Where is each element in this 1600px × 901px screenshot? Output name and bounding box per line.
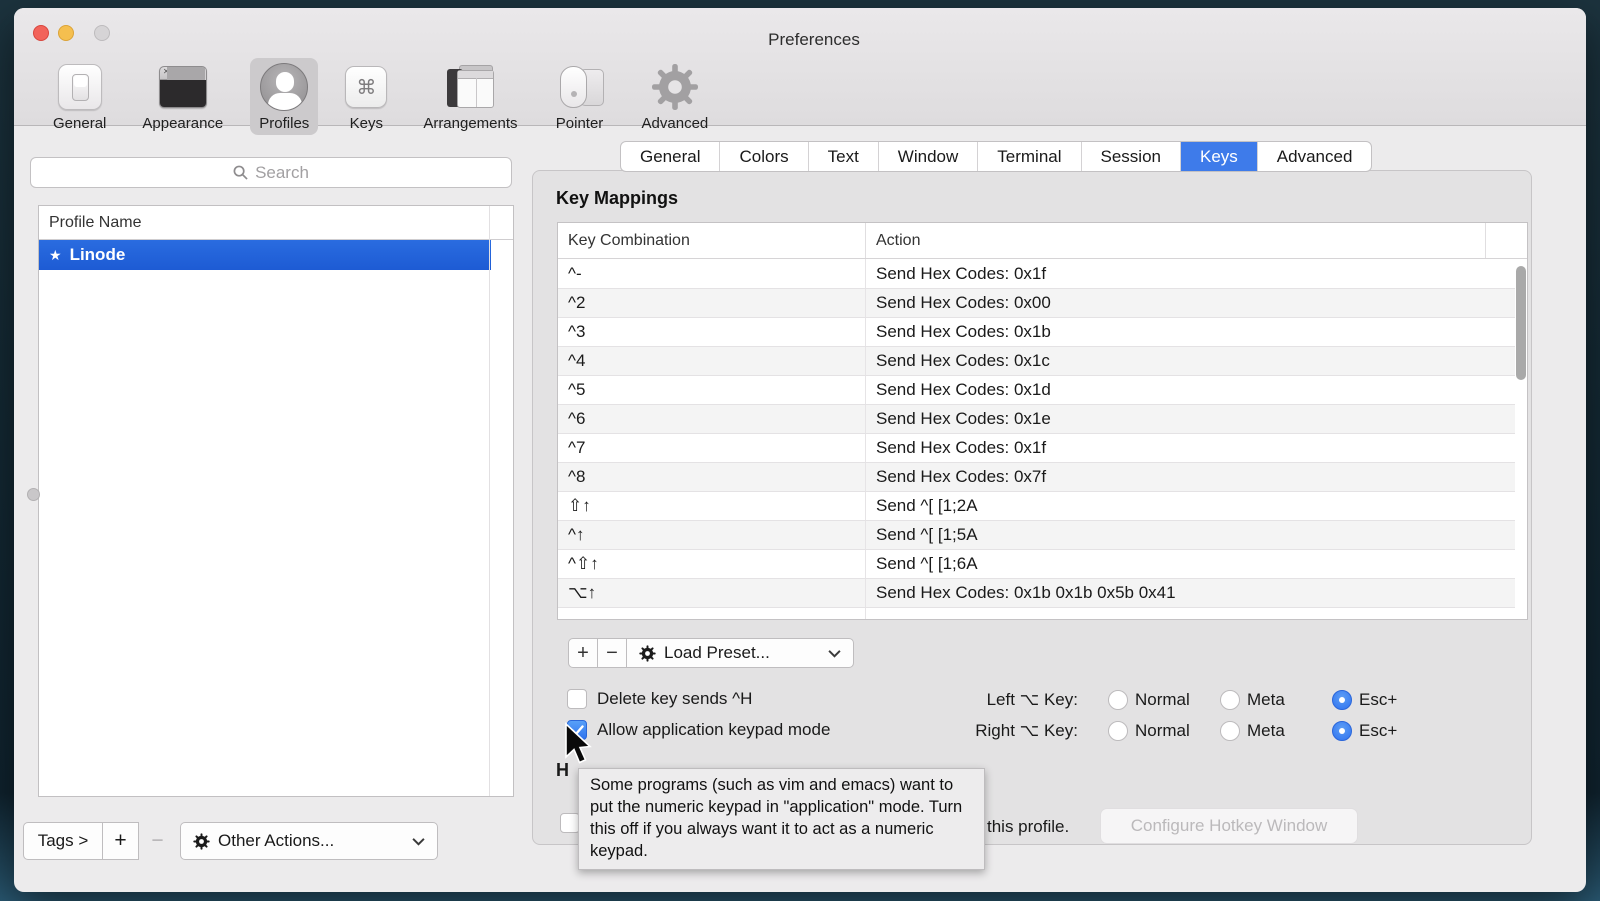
delete-key-sends-checkbox[interactable]	[567, 689, 587, 709]
table-row[interactable]: ^↑Send ^[ [1;5A	[558, 520, 1515, 549]
toolbar-item-pointer[interactable]: Pointer	[545, 58, 615, 135]
left-option-esc-label: Esc+	[1359, 690, 1397, 710]
terminal-window-icon	[159, 63, 207, 111]
toolbar-item-keys[interactable]: ⌘ Keys	[336, 58, 396, 135]
table-row-partial	[558, 607, 1515, 620]
preferences-toolbar: General Appearance Profiles ⌘ Keys	[44, 58, 717, 135]
profile-row-linode[interactable]: ★ Linode	[39, 240, 491, 270]
configure-hotkey-window-button-disabled: Configure Hotkey Window	[1100, 808, 1358, 844]
column-action[interactable]: Action	[866, 232, 1485, 250]
key-mappings-heading: Key Mappings	[556, 188, 678, 209]
table-row[interactable]: ^5Send Hex Codes: 0x1d	[558, 375, 1515, 404]
table-row[interactable]: ^3Send Hex Codes: 0x1b	[558, 317, 1515, 346]
table-row[interactable]: ^7Send Hex Codes: 0x1f	[558, 433, 1515, 462]
mouse-icon	[554, 63, 606, 111]
search-placeholder: Search	[255, 163, 309, 183]
table-row[interactable]: ^6Send Hex Codes: 0x1e	[558, 404, 1515, 433]
window-chrome: Preferences General Appearance Profiles …	[14, 8, 1586, 126]
window-title: Preferences	[28, 30, 1600, 50]
left-option-key-row: Left ⌥ Key: Normal Meta Esc+	[950, 689, 1410, 711]
left-option-normal-radio[interactable]	[1108, 690, 1128, 710]
load-preset-dropdown[interactable]: Load Preset...	[626, 638, 854, 668]
add-profile-button[interactable]: +	[102, 822, 139, 860]
profile-list: Profile Name ★ Linode	[38, 205, 514, 797]
toolbar-item-advanced[interactable]: Advanced	[633, 58, 718, 135]
right-option-normal-label: Normal	[1135, 721, 1190, 741]
right-option-meta-label: Meta	[1247, 721, 1285, 741]
table-row[interactable]: ^2Send Hex Codes: 0x00	[558, 288, 1515, 317]
command-key-icon: ⌘	[345, 63, 387, 111]
other-actions-label: Other Actions...	[218, 831, 404, 851]
splitter-handle[interactable]	[27, 488, 40, 501]
left-option-meta-radio[interactable]	[1220, 690, 1240, 710]
add-mapping-button[interactable]: +	[568, 638, 598, 668]
chevron-down-icon	[828, 649, 841, 658]
tab-colors[interactable]: Colors	[720, 142, 808, 171]
left-option-meta-label: Meta	[1247, 690, 1285, 710]
action-gear-icon	[639, 645, 656, 662]
toolbar-item-arrangements[interactable]: Arrangements	[414, 58, 526, 135]
switch-icon	[58, 63, 102, 111]
remove-profile-button-disabled: −	[139, 822, 176, 860]
tab-keys[interactable]: Keys	[1181, 142, 1258, 171]
tab-session[interactable]: Session	[1082, 142, 1181, 171]
table-row[interactable]: ^4Send Hex Codes: 0x1c	[558, 346, 1515, 375]
key-mappings-table-header: Key Combination Action	[558, 223, 1527, 259]
default-profile-star-icon: ★	[49, 247, 62, 264]
gear-icon	[651, 63, 699, 111]
left-option-key-label: Left ⌥ Key:	[987, 690, 1078, 710]
keypad-mode-label: Allow application keypad mode	[597, 720, 830, 740]
toolbar-item-general[interactable]: General	[44, 58, 115, 135]
action-gear-icon	[193, 833, 210, 850]
table-scrollbar[interactable]	[1516, 266, 1526, 380]
hotkey-checkbox-partial[interactable]	[560, 813, 580, 833]
tab-advanced[interactable]: Advanced	[1258, 142, 1372, 171]
right-option-normal-radio[interactable]	[1108, 721, 1128, 741]
right-option-esc-label: Esc+	[1359, 721, 1397, 741]
person-icon	[260, 63, 308, 111]
left-option-esc-radio[interactable]	[1332, 690, 1352, 710]
profile-list-header: Profile Name	[39, 206, 513, 240]
left-option-normal-label: Normal	[1135, 690, 1190, 710]
right-option-key-label: Right ⌥ Key:	[975, 721, 1078, 741]
tags-button[interactable]: Tags >	[23, 822, 103, 860]
table-row[interactable]: ⌥↑Send Hex Codes: 0x1b 0x1b 0x5b 0x41	[558, 578, 1515, 607]
table-row[interactable]: ^8Send Hex Codes: 0x7f	[558, 462, 1515, 491]
other-actions-dropdown[interactable]: Other Actions...	[180, 822, 438, 860]
chevron-down-icon	[412, 837, 425, 846]
load-preset-label: Load Preset...	[664, 643, 820, 663]
delete-key-sends-label: Delete key sends ^H	[597, 689, 752, 709]
profile-name: Linode	[70, 245, 126, 265]
table-row[interactable]: ⇧↑Send ^[ [1;2A	[558, 491, 1515, 520]
key-mappings-table: Key Combination Action ^-Send Hex Codes:…	[557, 222, 1528, 620]
search-input[interactable]: Search	[30, 157, 512, 188]
keypad-mode-checkbox-row: Allow application keypad mode	[567, 720, 830, 740]
delete-key-sends-checkbox-row: Delete key sends ^H	[567, 689, 752, 709]
table-row[interactable]: ^⇧↑Send ^[ [1;6A	[558, 549, 1515, 578]
tab-general[interactable]: General	[621, 142, 720, 171]
desktop-background: Preferences General Appearance Profiles …	[0, 0, 1600, 901]
right-option-key-row: Right ⌥ Key: Normal Meta Esc+	[950, 720, 1410, 742]
keypad-mode-tooltip: Some programs (such as vim and emacs) wa…	[578, 768, 985, 870]
remove-mapping-button[interactable]: −	[597, 638, 627, 668]
mouse-cursor-icon	[563, 722, 593, 767]
search-icon	[233, 165, 248, 180]
tab-text[interactable]: Text	[809, 142, 879, 171]
hotkey-profile-text: this profile.	[987, 817, 1069, 837]
profile-tabs: General Colors Text Window Terminal Sess…	[620, 141, 1372, 172]
windows-icon	[445, 63, 495, 111]
tab-window[interactable]: Window	[879, 142, 978, 171]
key-mappings-rows: ^-Send Hex Codes: 0x1f ^2Send Hex Codes:…	[558, 259, 1515, 620]
column-key-combination[interactable]: Key Combination	[558, 223, 866, 258]
right-option-meta-radio[interactable]	[1220, 721, 1240, 741]
table-row[interactable]: ^-Send Hex Codes: 0x1f	[558, 259, 1515, 288]
toolbar-item-profiles[interactable]: Profiles	[250, 58, 318, 135]
right-option-esc-radio[interactable]	[1332, 721, 1352, 741]
tab-terminal[interactable]: Terminal	[978, 142, 1081, 171]
toolbar-item-appearance[interactable]: Appearance	[133, 58, 232, 135]
